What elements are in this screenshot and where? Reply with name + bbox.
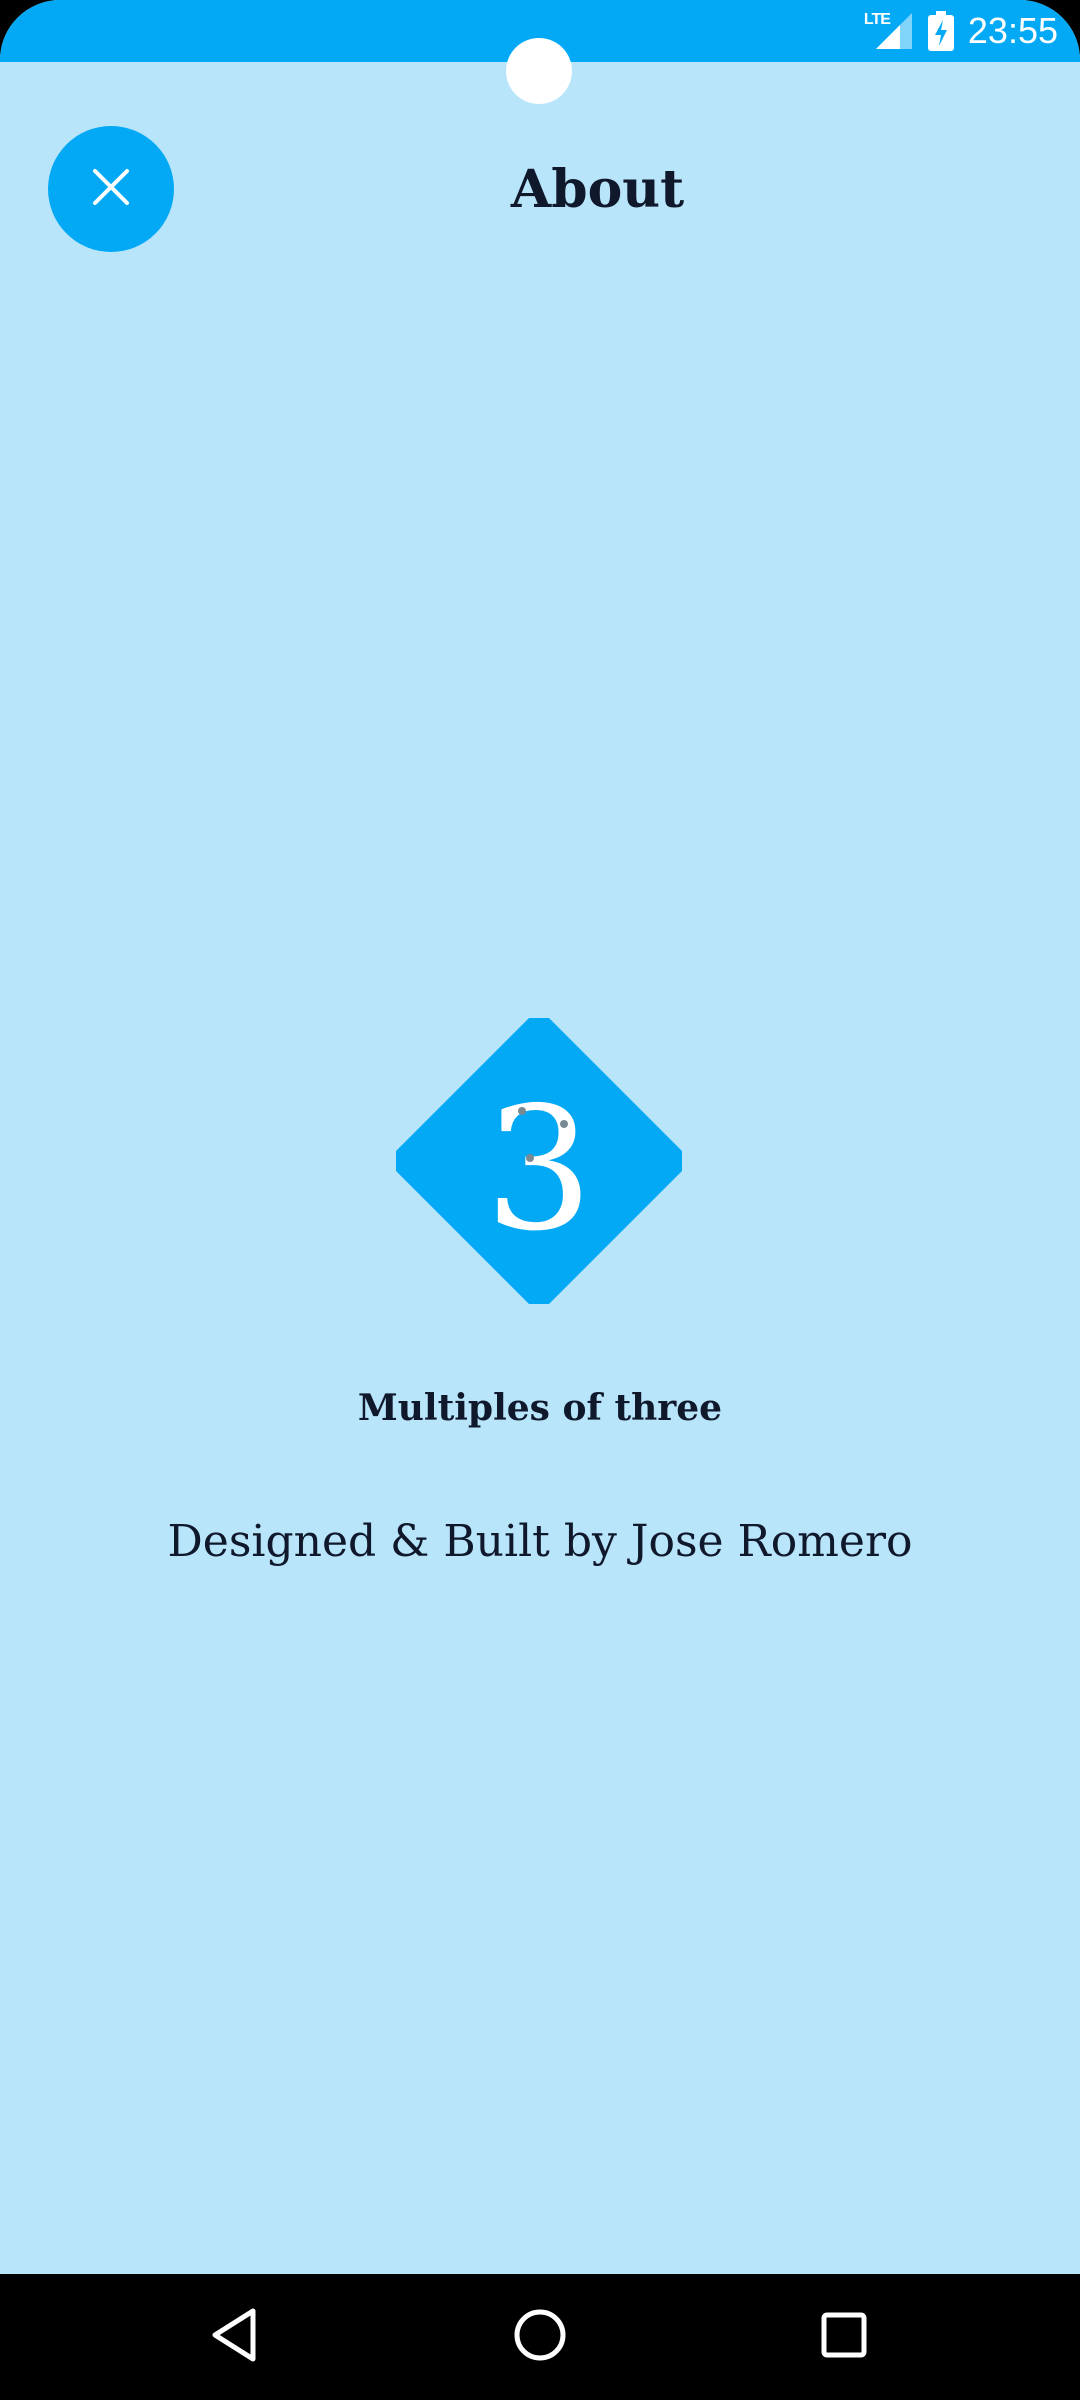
about-screen: LTE 23:55 About 3 Multiples of three Des… — [0, 0, 1080, 2400]
credit-text: Designed & Built by Jose Romero — [167, 1516, 913, 1567]
nav-home-button[interactable] — [495, 2292, 585, 2382]
status-icons: LTE 23:55 — [864, 6, 1058, 56]
home-circle-icon — [512, 2307, 568, 2367]
page-title: About — [510, 159, 685, 220]
app-name: Multiples of three — [357, 1387, 723, 1429]
app-logo: 3 — [396, 1018, 682, 1304]
back-triangle-icon — [211, 2307, 259, 2367]
navigation-bar — [0, 2274, 1080, 2400]
signal-icon: LTE — [864, 11, 914, 51]
logo-digit: 3 — [485, 1071, 593, 1269]
nav-recents-button[interactable] — [799, 2292, 889, 2382]
recents-square-icon — [819, 2310, 869, 2364]
nav-back-button[interactable] — [190, 2292, 280, 2382]
camera-cutout — [506, 38, 572, 104]
status-clock: 23:55 — [967, 10, 1058, 51]
battery-charging-icon — [927, 11, 954, 51]
